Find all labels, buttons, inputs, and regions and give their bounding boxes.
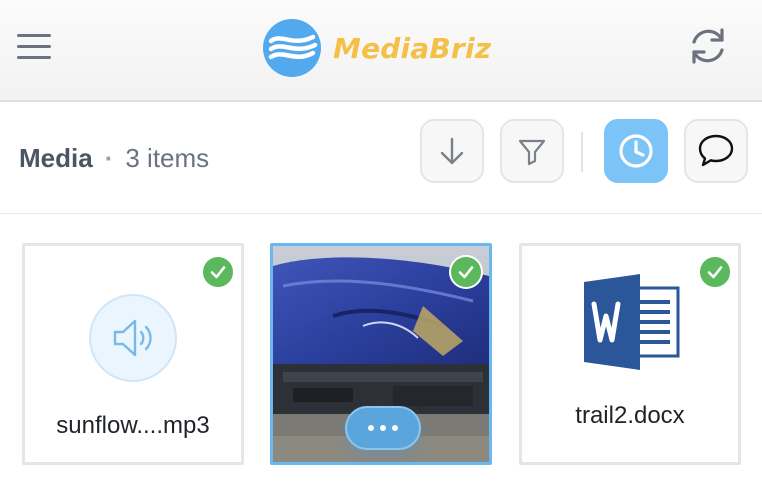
media-card-audio[interactable]: sunflow....mp3 bbox=[22, 243, 244, 465]
check-icon[interactable] bbox=[449, 255, 483, 289]
app-logo[interactable]: MediaBriz bbox=[263, 18, 491, 78]
waves-logo-icon bbox=[263, 19, 321, 77]
media-card-document[interactable]: trail2.docx bbox=[519, 243, 741, 465]
refresh-icon[interactable] bbox=[684, 22, 732, 70]
hamburger-menu-icon[interactable] bbox=[14, 28, 54, 64]
check-icon[interactable] bbox=[698, 255, 732, 289]
word-document-icon bbox=[582, 274, 682, 375]
app-header: MediaBriz bbox=[0, 0, 762, 102]
more-dots-icon[interactable] bbox=[345, 406, 421, 450]
download-arrow-icon bbox=[440, 137, 464, 165]
app-name: MediaBriz bbox=[333, 31, 492, 65]
comments-button[interactable] bbox=[684, 119, 748, 183]
recent-button[interactable] bbox=[604, 119, 668, 183]
check-icon[interactable] bbox=[201, 255, 235, 289]
filter-button[interactable] bbox=[500, 119, 564, 183]
speaker-icon bbox=[89, 294, 177, 382]
clock-icon bbox=[619, 134, 653, 168]
chat-bubble-icon bbox=[698, 134, 734, 167]
media-card-image[interactable] bbox=[270, 243, 492, 465]
media-toolbar: Media · 3 items bbox=[0, 104, 762, 214]
page-title: Media · 3 items bbox=[19, 142, 209, 174]
file-name: sunflow....mp3 bbox=[56, 412, 210, 439]
download-button[interactable] bbox=[420, 119, 484, 183]
file-name: trail2.docx bbox=[575, 402, 685, 429]
section-title: Media bbox=[19, 143, 93, 173]
toolbar-divider bbox=[581, 132, 583, 172]
item-count: 3 items bbox=[125, 143, 210, 173]
title-separator: · bbox=[104, 143, 114, 173]
filter-funnel-icon bbox=[518, 139, 546, 166]
